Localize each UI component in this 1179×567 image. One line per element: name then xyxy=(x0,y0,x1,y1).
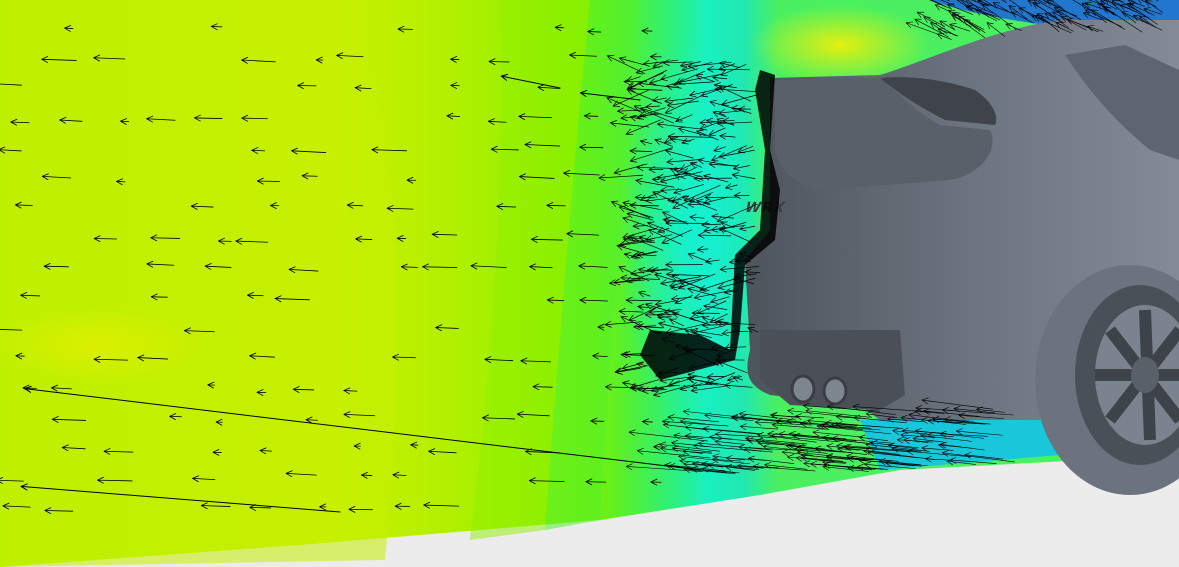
contour-band-far xyxy=(0,0,398,567)
exhaust-tip-left xyxy=(790,374,816,404)
cfd-visualization: WRX xyxy=(0,0,1179,567)
exhaust-tip-right xyxy=(822,376,848,406)
flow-field-render: WRX xyxy=(0,0,1179,567)
